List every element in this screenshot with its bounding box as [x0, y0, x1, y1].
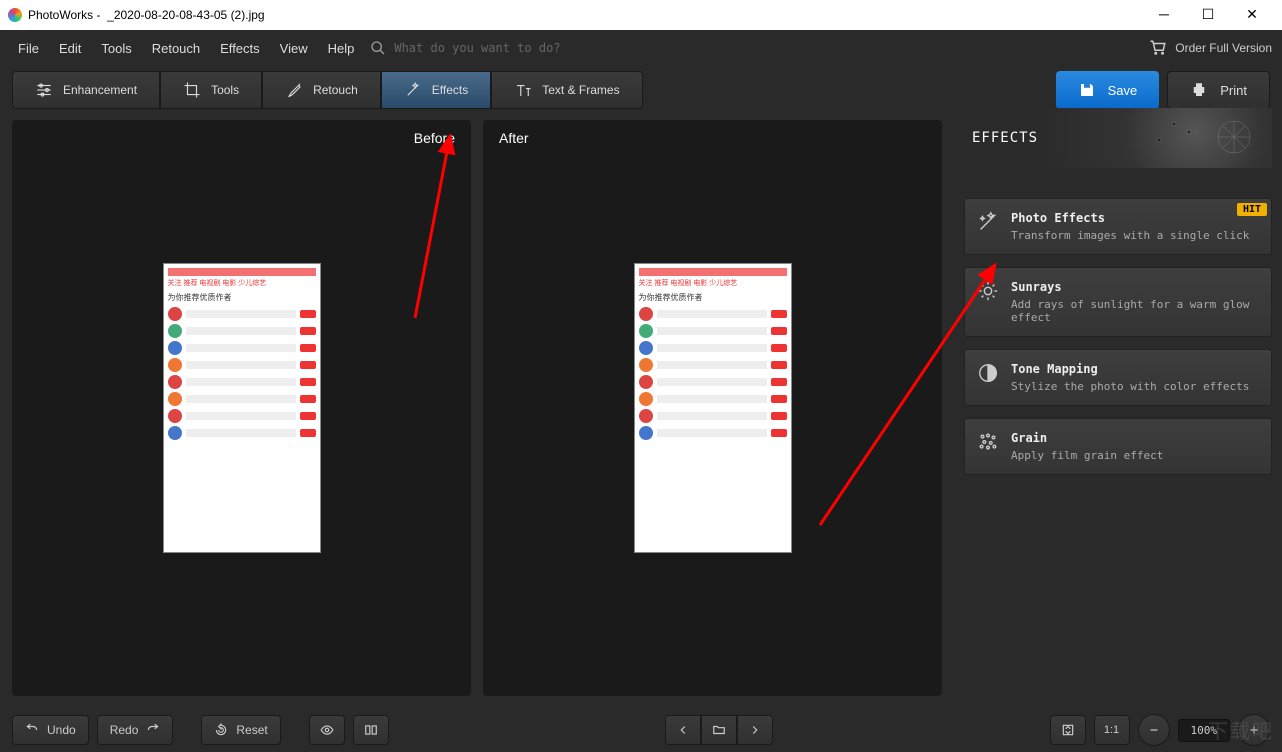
browse-group	[665, 715, 773, 745]
after-image: 关注 推荐 电视剧 电影 少儿综艺 为你推荐优质作者	[634, 263, 792, 553]
sun-icon	[977, 280, 999, 302]
effect-card-sunrays[interactable]: Sunrays Add rays of sunlight for a warm …	[964, 267, 1272, 337]
preview-button[interactable]	[309, 715, 345, 745]
search-input[interactable]: What do you want to do?	[394, 41, 560, 55]
text-icon	[514, 81, 532, 99]
wand-icon	[404, 81, 422, 99]
effect-card-tone-mapping[interactable]: Tone Mapping Stylize the photo with colo…	[964, 349, 1272, 406]
cart-icon	[1149, 39, 1167, 57]
save-button[interactable]: Save	[1056, 71, 1160, 109]
crop-icon	[183, 81, 201, 99]
canvas-area: Before 关注 推荐 电视剧 电影 少儿综艺 为你推荐优质作者 After	[0, 108, 954, 708]
prev-button[interactable]	[665, 715, 701, 745]
tab-row: Enhancement Tools Retouch Effects Text &…	[0, 66, 1282, 108]
effects-sidebar: EFFECTS Photo Effects Transform images w…	[954, 108, 1282, 708]
split-icon	[364, 723, 378, 737]
zoom-in-button[interactable]	[1238, 714, 1270, 746]
reset-button[interactable]: Reset	[201, 715, 280, 745]
menubar: File Edit Tools Retouch Effects View Hel…	[0, 30, 1282, 66]
menu-edit[interactable]: Edit	[51, 37, 89, 60]
print-icon	[1190, 81, 1208, 99]
plus-icon	[1247, 723, 1261, 737]
wand-icon	[977, 211, 999, 233]
effect-card-grain[interactable]: Grain Apply film grain effect	[964, 418, 1272, 475]
search-icon	[370, 40, 386, 56]
fit-icon	[1061, 723, 1075, 737]
undo-icon	[25, 723, 39, 737]
minus-icon	[1147, 723, 1161, 737]
tab-effects[interactable]: Effects	[381, 71, 491, 109]
titlebar: PhotoWorks - _2020-08-20-08-43-05 (2).jp…	[0, 0, 1282, 30]
menu-help[interactable]: Help	[320, 37, 363, 60]
chevron-left-icon	[676, 723, 690, 737]
actual-size-button[interactable]: 1:1	[1094, 715, 1130, 745]
before-label: Before	[414, 130, 455, 146]
maximize-button[interactable]: ☐	[1186, 0, 1230, 29]
menu-retouch[interactable]: Retouch	[144, 37, 208, 60]
next-button[interactable]	[737, 715, 773, 745]
save-icon	[1078, 81, 1096, 99]
fit-button[interactable]	[1050, 715, 1086, 745]
after-pane[interactable]: After 关注 推荐 电视剧 电影 少儿综艺 为你推荐优质作者	[483, 120, 942, 696]
reset-icon	[214, 723, 228, 737]
hit-badge: HIT	[1237, 203, 1267, 216]
redo-button[interactable]: Redo	[97, 715, 174, 745]
grain-icon	[977, 431, 999, 453]
app-title: PhotoWorks - _2020-08-20-08-43-05 (2).jp…	[28, 8, 265, 22]
browse-button[interactable]	[701, 715, 737, 745]
menu-effects[interactable]: Effects	[212, 37, 268, 60]
print-button[interactable]: Print	[1167, 71, 1270, 109]
minimize-button[interactable]: ─	[1142, 0, 1186, 29]
menu-tools[interactable]: Tools	[93, 37, 139, 60]
contrast-icon	[977, 362, 999, 384]
tab-text-frames[interactable]: Text & Frames	[491, 71, 642, 109]
menu-view[interactable]: View	[272, 37, 316, 60]
dandelion-decoration-icon	[1124, 112, 1264, 162]
tab-retouch[interactable]: Retouch	[262, 71, 381, 109]
before-image: 关注 推荐 电视剧 电影 少儿综艺 为你推荐优质作者	[163, 263, 321, 553]
bottom-bar: Undo Redo Reset 1:1 100%	[0, 708, 1282, 752]
menu-file[interactable]: File	[10, 37, 47, 60]
tab-tools[interactable]: Tools	[160, 71, 262, 109]
chevron-right-icon	[748, 723, 762, 737]
tab-enhancement[interactable]: Enhancement	[12, 71, 160, 109]
folder-icon	[712, 723, 726, 737]
after-label: After	[499, 130, 529, 146]
undo-button[interactable]: Undo	[12, 715, 89, 745]
brush-icon	[285, 81, 303, 99]
zoom-out-button[interactable]	[1138, 714, 1170, 746]
zoom-level[interactable]: 100%	[1178, 719, 1231, 742]
eye-icon	[320, 723, 334, 737]
compare-button[interactable]	[353, 715, 389, 745]
sliders-icon	[35, 81, 53, 99]
redo-icon	[146, 723, 160, 737]
app-logo-icon	[8, 8, 22, 22]
order-full-version-button[interactable]: Order Full Version	[1149, 39, 1272, 57]
close-button[interactable]: ✕	[1230, 0, 1274, 29]
effects-header: EFFECTS	[964, 108, 1272, 168]
effect-card-photo-effects[interactable]: Photo Effects Transform images with a si…	[964, 198, 1272, 255]
before-pane[interactable]: Before 关注 推荐 电视剧 电影 少儿综艺 为你推荐优质作者	[12, 120, 471, 696]
